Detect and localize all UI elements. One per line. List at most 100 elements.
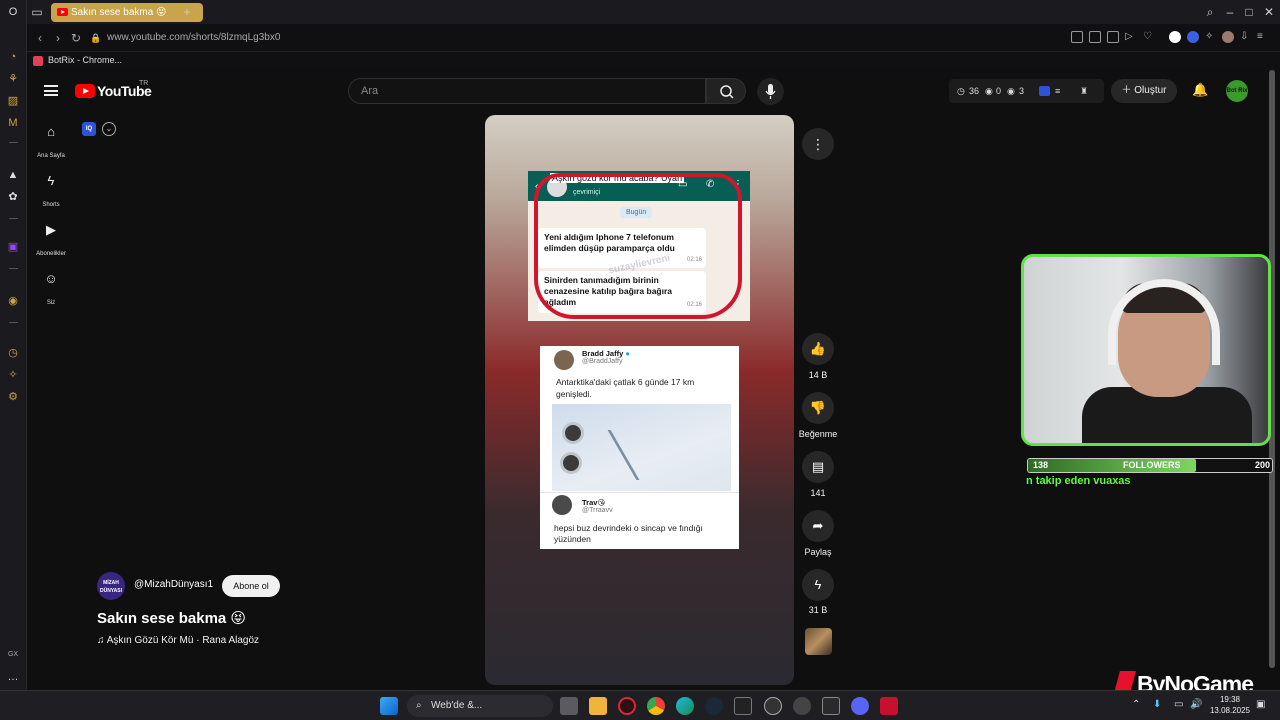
guide-item-shorts[interactable]: ϟ Shorts [31, 173, 71, 211]
extension-icon[interactable] [1071, 31, 1083, 43]
iq-extension-icon[interactable] [1187, 31, 1199, 43]
search-input[interactable]: Ara [348, 78, 706, 104]
extension-stats[interactable]: ◷ 36 ◉ 0 ◉ 3 ≡ ♜ [949, 79, 1104, 103]
subscribe-button[interactable]: Abone ol [222, 575, 280, 597]
heart-icon[interactable]: ♡ [1143, 31, 1155, 43]
taskbar-search[interactable]: ⌕ Web'de &... [407, 695, 553, 717]
view-stat-icon: ◉ [1007, 86, 1015, 96]
maximize-icon[interactable]: □ [1241, 4, 1257, 20]
gx-icon[interactable]: GX [6, 648, 20, 662]
speed-dial-icon[interactable]: ◔ [6, 50, 20, 64]
iq-icon[interactable] [1039, 86, 1050, 96]
aria-ai-icon[interactable]: ▲ [6, 168, 20, 182]
trophy-icon[interactable]: ♜ [1080, 79, 1088, 103]
edge-icon[interactable] [676, 697, 694, 715]
betterttv-icon[interactable] [1169, 31, 1181, 43]
tray-chevron-icon[interactable]: ⌃ [1132, 699, 1140, 710]
messenger-icon[interactable]: M [6, 116, 20, 130]
lock-icon[interactable]: 🔒 [88, 30, 104, 46]
more-options-button[interactable]: ⋮ [802, 128, 834, 160]
obs-icon[interactable] [793, 697, 811, 715]
guide-label-subscriptions: Abonelikler [36, 251, 66, 257]
twitch-icon[interactable]: ▣ [6, 240, 20, 254]
back-icon[interactable]: ‹ [32, 30, 48, 46]
dislike-button[interactable]: 👎 [802, 392, 834, 424]
follower-alert: n takip eden vuaxas [1026, 475, 1131, 487]
guide-item-you[interactable]: ☺ Siz [31, 271, 71, 309]
player-icon[interactable]: ◉ [6, 294, 20, 308]
create-button[interactable]: ＋ Oluştur [1111, 79, 1177, 103]
aria-icon[interactable]: ⚘ [6, 72, 20, 86]
guide-item-home[interactable]: ⌂ Ana Sayfa [31, 124, 71, 162]
menu-icon[interactable]: ≡ [1257, 31, 1269, 43]
shield-icon[interactable] [1107, 31, 1119, 43]
search-button[interactable] [706, 78, 746, 104]
tab-search-icon[interactable]: ▭ [29, 4, 45, 20]
comment-count: 141 [810, 488, 826, 498]
opera-gx-icon[interactable] [618, 697, 636, 715]
streamer-webcam [1021, 254, 1271, 446]
reload-icon[interactable]: ↻ [68, 30, 84, 46]
remix-button[interactable]: ϟ [802, 569, 834, 601]
new-tab-icon[interactable]: + [179, 4, 195, 20]
iq-extension-badge-icon[interactable]: IQ [82, 122, 96, 136]
forward-icon[interactable]: › [50, 30, 66, 46]
tweet-image [552, 404, 731, 491]
hamburger-menu-icon[interactable] [44, 85, 58, 96]
file-explorer-icon[interactable] [589, 697, 607, 715]
steam-icon[interactable] [705, 697, 723, 715]
thumbs-down-icon: 👎 [809, 400, 827, 415]
thumbs-up-icon: 👍 [809, 341, 827, 356]
search-tabs-icon[interactable]: ⌕ [1202, 4, 1218, 20]
voicemeeter-icon[interactable] [880, 697, 898, 715]
puzzle-icon[interactable]: ✧ [1205, 31, 1217, 43]
snapshot-icon[interactable] [1089, 31, 1101, 43]
notifications-bell-icon[interactable]: 🔔 [1192, 82, 1208, 100]
bookmark-botrix[interactable]: BotRix - Chrome... [48, 55, 122, 65]
stat-a: 36 [969, 86, 980, 96]
task-view-icon[interactable] [560, 697, 578, 715]
extensions-icon[interactable]: ✧ [6, 368, 20, 382]
volume-icon[interactable]: 🔊 [1190, 699, 1202, 710]
channel-avatar[interactable]: MİZAH DÜNYASI [97, 572, 125, 600]
chatgpt-icon[interactable]: ✿ [6, 190, 20, 204]
voice-search-button[interactable] [757, 78, 784, 105]
minimize-icon[interactable]: – [1222, 4, 1238, 20]
epic-games-icon[interactable] [734, 697, 752, 715]
account-avatar[interactable]: Bot Rix [1226, 80, 1248, 102]
music-note-icon: ♫ [97, 635, 107, 646]
notification-icon[interactable]: ▣ [1256, 699, 1265, 710]
windows-start-icon[interactable] [380, 697, 398, 715]
profile-avatar[interactable] [1222, 31, 1234, 43]
sound-thumbnail[interactable] [805, 628, 832, 655]
comments-button[interactable]: ▤ [802, 451, 834, 483]
microphone-icon [765, 84, 776, 99]
taskbar-clock[interactable]: 19:38 13.08.2025 [1208, 694, 1252, 716]
like-button[interactable]: 👍 [802, 333, 834, 365]
more-icon[interactable]: … [6, 670, 20, 684]
plus-icon: ＋ [1121, 85, 1135, 96]
davinci-icon[interactable] [822, 697, 840, 715]
download-icon[interactable]: ⇩ [1240, 31, 1252, 43]
tray-app-icon[interactable]: ⬇ [1153, 699, 1161, 710]
share-button[interactable]: ➦ [802, 510, 834, 542]
workspace-icon[interactable]: ▨ [6, 94, 20, 108]
settings-icon[interactable]: ⚙ [6, 390, 20, 404]
music-link[interactable]: ♫ Aşkın Gözü Kör Mü · Rana Alagöz [97, 635, 259, 646]
reply-avatar [552, 495, 572, 515]
discord-icon[interactable] [851, 697, 869, 715]
channel-name[interactable]: @MizahDünyası1 [134, 579, 213, 590]
network-icon[interactable]: ▭ [1174, 699, 1183, 710]
riot-client-icon[interactable] [764, 697, 782, 715]
close-icon[interactable]: ✕ [1261, 4, 1277, 20]
list-icon[interactable]: ≡ [1055, 79, 1060, 103]
url-field[interactable]: www.youtube.com/shorts/8lzmqLg3bx0 [107, 28, 1007, 48]
share-icon: ➦ [812, 518, 824, 533]
chevron-down-icon[interactable]: ⌄ [102, 122, 116, 136]
guide-item-subscriptions[interactable]: ▶ Abonelikler [31, 222, 71, 260]
short-video-player[interactable]: ‹ ▭ ✆ ⋮ Aşkın gözü kör mü acaba? Uyan çe… [485, 115, 794, 685]
opera-logo-icon[interactable]: O [6, 5, 20, 19]
history-icon[interactable]: ◷ [6, 346, 20, 360]
chrome-icon[interactable] [647, 697, 665, 715]
play-icon[interactable]: ▷ [1125, 31, 1137, 43]
